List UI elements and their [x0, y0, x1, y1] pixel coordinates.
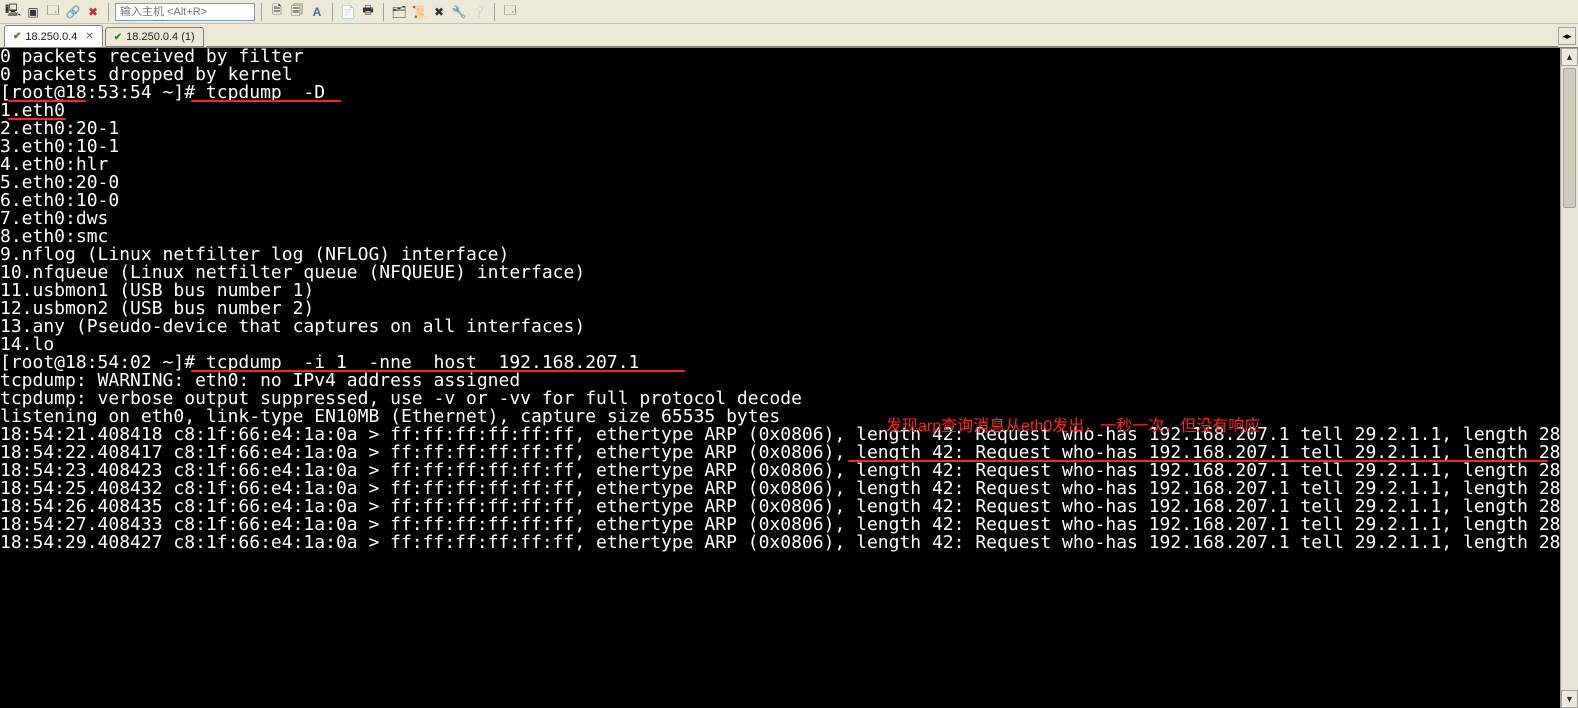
paste-icon[interactable]: 📄: [339, 3, 357, 21]
script-icon[interactable]: 📜: [410, 3, 428, 21]
tab-label: 18.250.0.4 (1): [126, 31, 195, 43]
properties-icon[interactable]: 🗔: [44, 3, 62, 21]
terminal-output[interactable]: 0 packets received by filter0 packets dr…: [0, 48, 1578, 708]
check-icon: ✔: [13, 31, 21, 42]
terminal-line: [root@18:53:54 ~]# tcpdump -D: [0, 84, 1578, 102]
terminal-line: 2.eth0:20-1: [0, 120, 1578, 138]
scroll-down-arrow[interactable]: ▼: [1561, 690, 1578, 708]
scroll-up-arrow[interactable]: ▲: [1561, 48, 1578, 66]
terminal-line: 6.eth0:10-0: [0, 192, 1578, 210]
terminal-line: 4.eth0:hlr: [0, 156, 1578, 174]
vertical-scrollbar[interactable]: ▲ ▼: [1560, 48, 1578, 708]
go-icon[interactable]: 🗎: [268, 3, 286, 21]
close-icon[interactable]: ✕: [85, 31, 93, 42]
toolbar-separator: [261, 3, 262, 21]
terminal-line: 13.any (Pseudo-device that captures on a…: [0, 318, 1578, 336]
app-icon[interactable]: 🗔: [501, 3, 519, 21]
print-icon[interactable]: 🖶: [359, 3, 377, 21]
toolbar-separator: [494, 3, 495, 21]
computers-icon[interactable]: 🖳: [4, 3, 22, 21]
tab-label: 18.250.0.4: [25, 31, 77, 43]
host-input[interactable]: [115, 3, 255, 21]
tab-list-button[interactable]: ◂▸: [1558, 27, 1576, 45]
tab-bar: ✔ 18.250.0.4 ✕ ✔ 18.250.0.4 (1) ◂▸: [0, 24, 1578, 48]
copy-icon[interactable]: 🗐: [288, 3, 306, 21]
toolbar-separator: [383, 3, 384, 21]
terminal-line: 1.eth0: [0, 102, 1578, 120]
check-icon: ✔: [114, 32, 122, 43]
terminal-line: 18:54:29.408427 c8:1f:66:e4:1a:0a > ff:f…: [0, 534, 1578, 552]
help-icon[interactable]: ❔: [470, 3, 488, 21]
key-icon[interactable]: ✖: [430, 3, 448, 21]
disconnect-icon[interactable]: ✖: [84, 3, 102, 21]
find-icon[interactable]: A: [308, 3, 326, 21]
main-toolbar: 🖳 ▣ 🗔 🔗 ✖ 🗎 🗐 A 📄 🖶 🗂 📜 ✖ 🔧 ❔ 🗔: [0, 0, 1578, 24]
settings-icon[interactable]: 🔧: [450, 3, 468, 21]
tab-active[interactable]: ✔ 18.250.0.4 ✕: [4, 25, 103, 47]
new-terminal-icon[interactable]: ▣: [24, 3, 42, 21]
toolbar-separator: [108, 3, 109, 21]
reconnect-icon[interactable]: 🔗: [64, 3, 82, 21]
terminal-line: 5.eth0:20-0: [0, 174, 1578, 192]
terminal-line: 3.eth0:10-1: [0, 138, 1578, 156]
terminal-line: 7.eth0:dws: [0, 210, 1578, 228]
tab-inactive[interactable]: ✔ 18.250.0.4 (1): [105, 27, 204, 47]
options-icon[interactable]: 🗂: [390, 3, 408, 21]
tab-spacer: [206, 27, 1558, 47]
scroll-thumb[interactable]: [1563, 68, 1576, 208]
toolbar-separator: [332, 3, 333, 21]
